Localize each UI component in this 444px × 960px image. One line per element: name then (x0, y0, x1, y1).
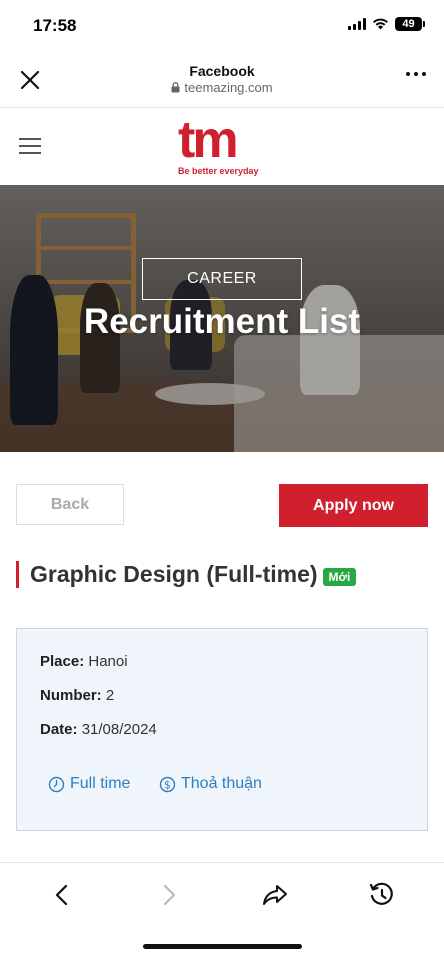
new-badge: Mới (322, 567, 357, 586)
number-label: Number: (40, 687, 102, 704)
browser-header: Facebook teemazing.com (0, 52, 444, 108)
hero-eyebrow: CAREER (142, 258, 302, 300)
forward-arrow-icon[interactable] (155, 881, 183, 909)
clock-icon (48, 776, 65, 792)
back-button[interactable]: Back (16, 484, 124, 525)
apply-now-button[interactable]: Apply now (279, 484, 428, 527)
site-logo[interactable]: tm Be better everyday (178, 111, 268, 182)
lock-icon (171, 82, 180, 93)
number-value: 2 (105, 687, 115, 704)
place-row: Place: Hanoi (40, 653, 128, 670)
job-title: Graphic Design (Full-time) (30, 561, 318, 587)
job-title-row: Graphic Design (Full-time) Mới (16, 561, 357, 588)
status-bar: 17:58 49 (0, 0, 444, 52)
number-row: Number: 2 (40, 687, 114, 704)
browser-title: Facebook (189, 63, 255, 79)
logo-tagline: Be better everyday (178, 166, 259, 176)
signal-icon (348, 18, 366, 30)
date-value: 31/08/2024 (81, 721, 157, 738)
tag-salary-label: Thoả thuận (181, 775, 262, 792)
place-label: Place: (40, 653, 85, 670)
url-text: teemazing.com (184, 80, 273, 95)
tag-salary[interactable]: $ Thoả thuận (159, 775, 262, 793)
back-arrow-icon[interactable] (48, 881, 76, 909)
more-icon[interactable] (406, 72, 426, 76)
hamburger-menu-icon[interactable] (19, 138, 41, 155)
svg-text:$: $ (164, 779, 171, 791)
hero-title: Recruitment List (83, 302, 361, 341)
browser-title-block: Facebook teemazing.com (0, 63, 444, 98)
browser-toolbar (0, 862, 444, 927)
date-row: Date: 31/08/2024 (40, 721, 157, 738)
wifi-icon (373, 18, 388, 30)
hero-content: CAREER Recruitment List (0, 258, 444, 342)
dollar-icon: $ (159, 776, 176, 792)
logo-mark: tm (178, 111, 239, 169)
status-time: 17:58 (33, 16, 77, 35)
job-info-card: Place: Hanoi Number: 2 Date: 31/08/2024 … (16, 628, 428, 831)
place-value: Hanoi (88, 653, 128, 670)
battery-level: 49 (402, 18, 415, 30)
battery-icon: 49 (395, 17, 425, 31)
share-icon[interactable] (261, 881, 289, 909)
site-header: tm Be better everyday (0, 108, 444, 185)
tag-full-time-label: Full time (70, 775, 131, 792)
browser-url[interactable]: teemazing.com (171, 80, 273, 95)
tag-full-time[interactable]: Full time (48, 775, 130, 793)
title-accent-bar (16, 561, 19, 588)
hero-banner: CAREER Recruitment List (0, 185, 444, 452)
home-indicator[interactable] (143, 944, 302, 949)
date-label: Date: (40, 721, 78, 738)
status-icons: 49 (348, 17, 425, 31)
history-icon[interactable] (368, 881, 396, 909)
